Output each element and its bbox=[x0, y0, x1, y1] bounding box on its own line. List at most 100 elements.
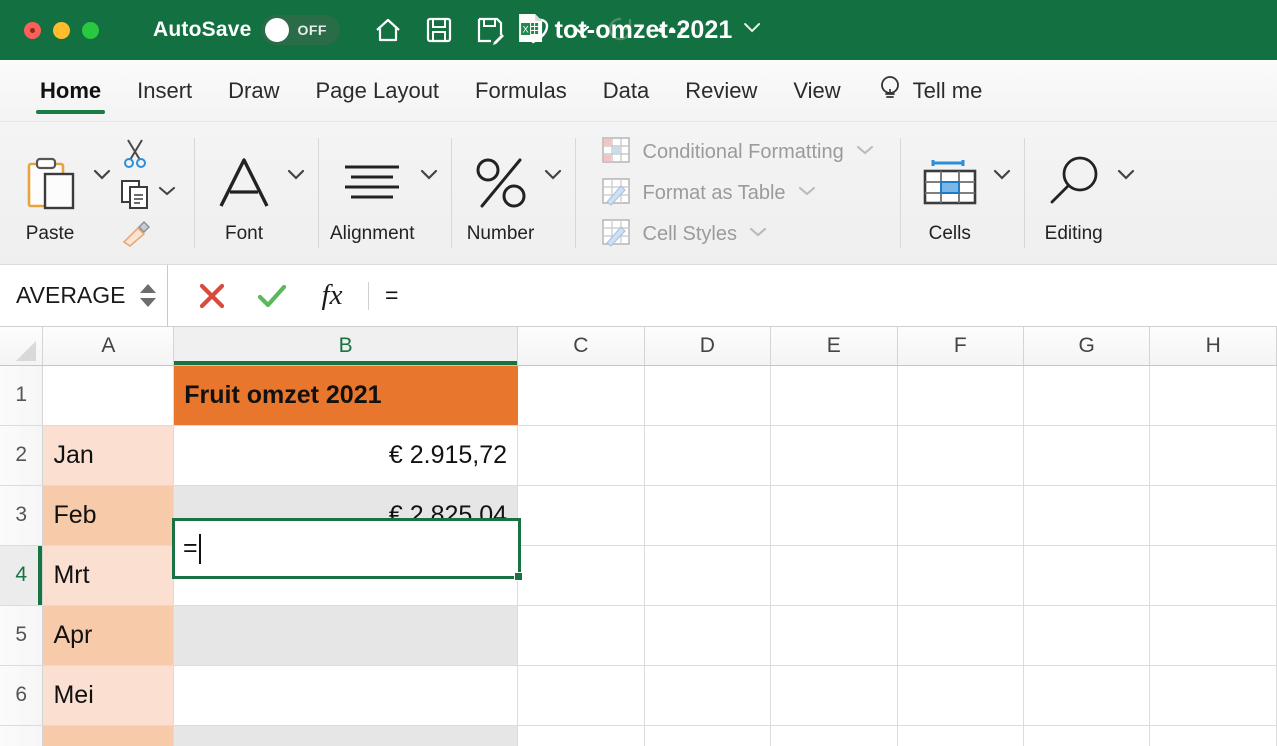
cell-a2[interactable]: Jan bbox=[43, 425, 174, 485]
row-header-4[interactable]: 4 bbox=[0, 545, 43, 605]
column-header-a[interactable]: A bbox=[43, 327, 174, 365]
cell-a1[interactable] bbox=[43, 365, 174, 425]
cell-g1[interactable] bbox=[1023, 365, 1149, 425]
cell-f4[interactable] bbox=[897, 545, 1023, 605]
column-header-c[interactable]: C bbox=[518, 327, 644, 365]
active-cell-editor[interactable]: = bbox=[172, 518, 521, 579]
number-dropdown-icon[interactable] bbox=[539, 134, 563, 214]
select-all-corner[interactable] bbox=[0, 327, 43, 365]
column-header-e[interactable]: E bbox=[771, 327, 897, 365]
document-title[interactable]: X tot-omzet-2021 bbox=[515, 12, 763, 49]
cell-e2[interactable] bbox=[771, 425, 897, 485]
cell-e3[interactable] bbox=[771, 485, 897, 545]
name-box-spinner[interactable] bbox=[139, 283, 157, 308]
column-header-h[interactable]: H bbox=[1150, 327, 1277, 365]
document-menu-chevron-icon[interactable] bbox=[742, 21, 762, 39]
row-header-1[interactable]: 1 bbox=[0, 365, 43, 425]
cell-styles-dropdown-icon[interactable] bbox=[749, 225, 767, 243]
cell-f3[interactable] bbox=[897, 485, 1023, 545]
alignment-dropdown-icon[interactable] bbox=[415, 134, 439, 214]
cell-g6[interactable] bbox=[1023, 665, 1149, 725]
cell-d1[interactable] bbox=[644, 365, 770, 425]
paste-button[interactable]: Paste bbox=[12, 134, 88, 252]
cell-d7[interactable] bbox=[644, 725, 770, 746]
cell-f5[interactable] bbox=[897, 605, 1023, 665]
tab-draw[interactable]: Draw bbox=[210, 60, 297, 121]
cells-dropdown-icon[interactable] bbox=[988, 134, 1012, 214]
fill-handle[interactable] bbox=[514, 572, 523, 581]
formula-input[interactable]: = bbox=[375, 265, 1277, 326]
tab-page-layout[interactable]: Page Layout bbox=[298, 60, 458, 121]
font-dropdown-icon[interactable] bbox=[282, 134, 306, 214]
row-header-2[interactable]: 2 bbox=[0, 425, 43, 485]
paste-dropdown-icon[interactable] bbox=[88, 134, 112, 214]
cell-f2[interactable] bbox=[897, 425, 1023, 485]
cell-h4[interactable] bbox=[1150, 545, 1277, 605]
cell-f6[interactable] bbox=[897, 665, 1023, 725]
cell-a6[interactable]: Mei bbox=[43, 665, 174, 725]
minimize-window-button[interactable] bbox=[53, 22, 70, 39]
home-icon[interactable] bbox=[366, 8, 410, 52]
format-as-table-button[interactable]: Format as Table bbox=[601, 175, 874, 211]
font-button[interactable]: Font bbox=[206, 134, 282, 252]
cell-f1[interactable] bbox=[897, 365, 1023, 425]
close-window-button[interactable] bbox=[24, 22, 41, 39]
editing-dropdown-icon[interactable] bbox=[1112, 134, 1136, 214]
number-button[interactable]: Number bbox=[463, 134, 539, 252]
cell-d3[interactable] bbox=[644, 485, 770, 545]
cell-c7[interactable] bbox=[518, 725, 644, 746]
insert-function-icon[interactable]: fx bbox=[302, 266, 362, 326]
cell-g3[interactable] bbox=[1023, 485, 1149, 545]
cell-a5[interactable]: Apr bbox=[43, 605, 174, 665]
cell-c4[interactable] bbox=[518, 545, 644, 605]
conditional-formatting-button[interactable]: Conditional Formatting bbox=[601, 134, 874, 170]
alignment-button[interactable]: Alignment bbox=[330, 134, 415, 252]
tab-home[interactable]: Home bbox=[22, 60, 119, 121]
tab-view[interactable]: View bbox=[775, 60, 858, 121]
tab-review[interactable]: Review bbox=[667, 60, 775, 121]
save-icon[interactable] bbox=[417, 8, 461, 52]
cell-h7[interactable] bbox=[1150, 725, 1277, 746]
autosave-toggle[interactable]: OFF bbox=[261, 15, 340, 45]
tab-tell-me[interactable]: Tell me bbox=[859, 60, 1001, 121]
cell-h1[interactable] bbox=[1150, 365, 1277, 425]
cell-e7[interactable] bbox=[771, 725, 897, 746]
cell-b6[interactable] bbox=[174, 665, 518, 725]
row-header-6[interactable]: 6 bbox=[0, 665, 43, 725]
cells-button[interactable]: Cells bbox=[912, 134, 988, 252]
cell-c2[interactable] bbox=[518, 425, 644, 485]
cell-e4[interactable] bbox=[771, 545, 897, 605]
cell-b2[interactable]: € 2.915,72 bbox=[174, 425, 518, 485]
cell-h6[interactable] bbox=[1150, 665, 1277, 725]
confirm-icon[interactable] bbox=[242, 266, 302, 326]
column-header-b[interactable]: B bbox=[174, 327, 518, 365]
cell-a3[interactable]: Feb bbox=[43, 485, 174, 545]
cell-a7[interactable] bbox=[43, 725, 174, 746]
cell-d5[interactable] bbox=[644, 605, 770, 665]
cell-c5[interactable] bbox=[518, 605, 644, 665]
cell-c1[interactable] bbox=[518, 365, 644, 425]
cell-d4[interactable] bbox=[644, 545, 770, 605]
cell-a4[interactable]: Mrt bbox=[43, 545, 174, 605]
cut-button[interactable] bbox=[118, 135, 176, 171]
copy-dropdown-icon[interactable] bbox=[158, 184, 176, 202]
cell-c6[interactable] bbox=[518, 665, 644, 725]
tab-data[interactable]: Data bbox=[585, 60, 667, 121]
conditional-formatting-dropdown-icon[interactable] bbox=[856, 143, 874, 161]
copy-button[interactable] bbox=[118, 175, 176, 211]
column-header-g[interactable]: G bbox=[1023, 327, 1149, 365]
cell-e6[interactable] bbox=[771, 665, 897, 725]
row-header-3[interactable]: 3 bbox=[0, 485, 43, 545]
cancel-icon[interactable] bbox=[182, 266, 242, 326]
editing-button[interactable]: Editing bbox=[1036, 134, 1112, 252]
cell-h2[interactable] bbox=[1150, 425, 1277, 485]
cell-b1[interactable]: Fruit omzet 2021 bbox=[174, 365, 518, 425]
cell-e1[interactable] bbox=[771, 365, 897, 425]
cell-styles-button[interactable]: Cell Styles bbox=[601, 216, 874, 252]
cell-g5[interactable] bbox=[1023, 605, 1149, 665]
format-painter-button[interactable] bbox=[118, 215, 176, 251]
cell-d6[interactable] bbox=[644, 665, 770, 725]
cell-g7[interactable] bbox=[1023, 725, 1149, 746]
tab-insert[interactable]: Insert bbox=[119, 60, 210, 121]
maximize-window-button[interactable] bbox=[82, 22, 99, 39]
